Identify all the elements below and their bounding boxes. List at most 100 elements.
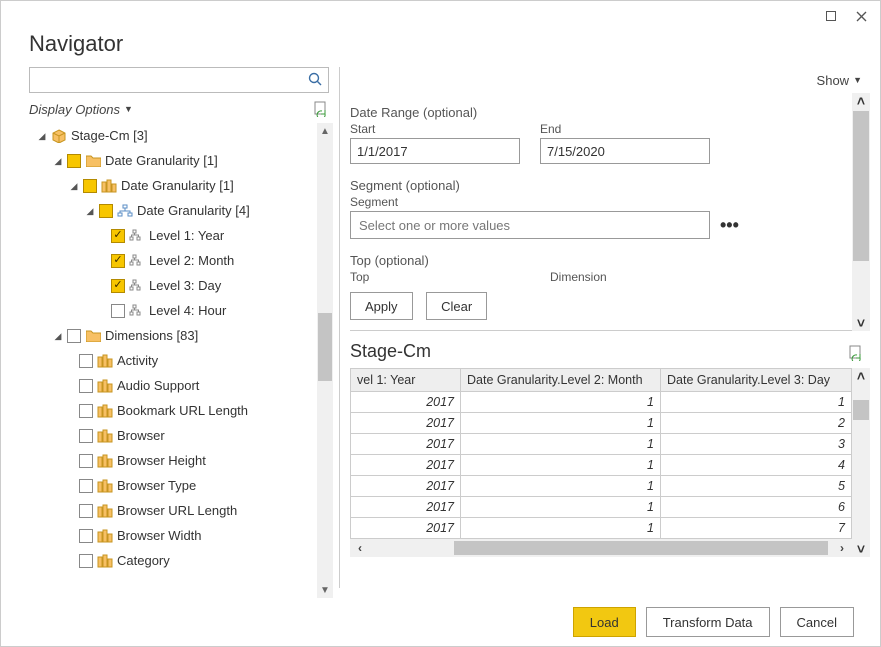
tree-label: Level 2: Month (149, 249, 234, 273)
checkbox[interactable] (79, 504, 93, 518)
scrollbar-thumb[interactable] (853, 111, 869, 261)
scroll-left-icon[interactable]: ‹ (350, 541, 370, 555)
checkbox[interactable] (79, 554, 93, 568)
tree-leaf-dimension[interactable]: Activity (29, 348, 313, 373)
window-maximize-button[interactable] (816, 4, 846, 28)
tree-leaf-dimension[interactable]: Bookmark URL Length (29, 398, 313, 423)
tree-scrollbar[interactable]: ▲ ▼ (317, 123, 333, 598)
dimension-icon (97, 404, 113, 418)
scroll-right-icon[interactable]: › (832, 541, 852, 555)
tree-node-date-granularity-hier[interactable]: ◢ ✓ Date Granularity [4] (29, 198, 313, 223)
form-scrollbar[interactable]: ˄ ˅ (852, 93, 870, 331)
clear-button[interactable]: Clear (426, 292, 487, 320)
tree-leaf-dimension[interactable]: Audio Support (29, 373, 313, 398)
dimension-icon (97, 529, 113, 543)
tree-node-dimensions[interactable]: ◢ Dimensions [83] (29, 323, 313, 348)
close-icon (856, 11, 867, 22)
table-cell: 2017 (351, 476, 461, 497)
table-row[interactable]: 201714 (351, 455, 852, 476)
segment-input[interactable]: Select one or more values (350, 211, 710, 239)
table-cell: 7 (661, 518, 852, 539)
table-row[interactable]: 201711 (351, 392, 852, 413)
tree-label: Browser Type (117, 474, 196, 498)
start-date-input[interactable]: 1/1/2017 (350, 138, 520, 164)
table-v-scrollbar[interactable]: ˄ ˅ (852, 368, 870, 557)
scrollbar-thumb[interactable] (318, 313, 332, 381)
transform-data-button[interactable]: Transform Data (646, 607, 770, 637)
cancel-button-label: Cancel (797, 615, 837, 630)
tree-node-stage-cm[interactable]: ◢ Stage-Cm [3] (29, 123, 313, 148)
tree-leaf-dimension[interactable]: Browser URL Length (29, 498, 313, 523)
tree-leaf-level-2-month[interactable]: ✓ Level 2: Month (29, 248, 313, 273)
scrollbar-thumb[interactable] (454, 541, 828, 555)
dimension-icon (97, 379, 113, 393)
checkbox[interactable]: ✓ (99, 204, 113, 218)
tree-label: Stage-Cm [3] (71, 124, 148, 148)
level-icon (129, 254, 145, 268)
scroll-up-icon[interactable]: ▲ (317, 123, 333, 139)
chevron-down-icon: ◢ (37, 124, 47, 148)
tree-leaf-level-3-day[interactable]: ✓ Level 3: Day (29, 273, 313, 298)
tree-label: Browser (117, 424, 165, 448)
scroll-down-icon[interactable]: ˅ (852, 315, 870, 331)
checkbox[interactable] (79, 404, 93, 418)
tree-leaf-dimension[interactable]: Browser Type (29, 473, 313, 498)
checkbox[interactable]: ✓ (111, 229, 125, 243)
checkbox[interactable] (111, 304, 125, 318)
checkbox[interactable]: ✓ (111, 254, 125, 268)
checkbox[interactable]: ✓ (111, 279, 125, 293)
column-header[interactable]: Date Granularity.Level 2: Month (461, 369, 661, 392)
checkbox[interactable] (79, 354, 93, 368)
search-field-wrap[interactable] (29, 67, 329, 93)
table-row[interactable]: 201717 (351, 518, 852, 539)
preview-refresh-icon[interactable] (848, 345, 864, 361)
table-cell: 5 (661, 476, 852, 497)
tree-view[interactable]: ◢ Stage-Cm [3] ◢ ✓ Date Granularity [1] (29, 123, 317, 598)
scroll-up-icon[interactable]: ˄ (852, 368, 870, 384)
load-button[interactable]: Load (573, 607, 636, 637)
dimension-icon (97, 429, 113, 443)
column-header[interactable]: Date Granularity.Level 3: Day (661, 369, 852, 392)
search-input[interactable] (36, 72, 308, 89)
table-h-scrollbar[interactable]: ‹ › (350, 539, 852, 557)
tree-leaf-level-1-year[interactable]: ✓ Level 1: Year (29, 223, 313, 248)
table-cell: 1 (461, 455, 661, 476)
ellipsis-icon[interactable]: ••• (720, 215, 739, 236)
checkbox[interactable] (79, 429, 93, 443)
checkbox[interactable] (79, 479, 93, 493)
dimension-icon (97, 479, 113, 493)
checkbox[interactable] (79, 454, 93, 468)
scroll-down-icon[interactable]: ▼ (317, 582, 333, 598)
tree-leaf-dimension[interactable]: Browser (29, 423, 313, 448)
tree-leaf-dimension[interactable]: Browser Width (29, 523, 313, 548)
end-date-input[interactable]: 7/15/2020 (540, 138, 710, 164)
scroll-down-icon[interactable]: ˅ (852, 541, 870, 557)
display-options-dropdown[interactable]: Display Options ▼ (29, 102, 133, 117)
refresh-icon[interactable] (313, 101, 329, 117)
show-dropdown[interactable]: Show ▼ (817, 73, 862, 88)
clear-button-label: Clear (441, 299, 472, 314)
checkbox[interactable]: ✓ (67, 154, 81, 168)
column-header[interactable]: vel 1: Year (351, 369, 461, 392)
tree-leaf-level-4-hour[interactable]: Level 4: Hour (29, 298, 313, 323)
checkbox[interactable] (67, 329, 81, 343)
table-row[interactable]: 201713 (351, 434, 852, 455)
window-close-button[interactable] (846, 4, 876, 28)
tree-leaf-dimension[interactable]: Category (29, 548, 313, 573)
table-row[interactable]: 201716 (351, 497, 852, 518)
table-row[interactable]: 201712 (351, 413, 852, 434)
tree-leaf-dimension[interactable]: Browser Height (29, 448, 313, 473)
table-cell: 1 (461, 434, 661, 455)
checkbox[interactable] (79, 379, 93, 393)
tree-node-date-granularity-folder[interactable]: ◢ ✓ Date Granularity [1] (29, 148, 313, 173)
scrollbar-thumb[interactable] (853, 400, 869, 420)
table-row[interactable]: 201715 (351, 476, 852, 497)
checkbox[interactable] (79, 529, 93, 543)
apply-button[interactable]: Apply (350, 292, 413, 320)
checkbox[interactable]: ✓ (83, 179, 97, 193)
chevron-down-icon: ◢ (53, 324, 63, 348)
cancel-button[interactable]: Cancel (780, 607, 854, 637)
tree-node-date-granularity-dim[interactable]: ◢ ✓ Date Granularity [1] (29, 173, 313, 198)
end-date-value: 7/15/2020 (547, 144, 605, 159)
scroll-up-icon[interactable]: ˄ (852, 93, 870, 109)
